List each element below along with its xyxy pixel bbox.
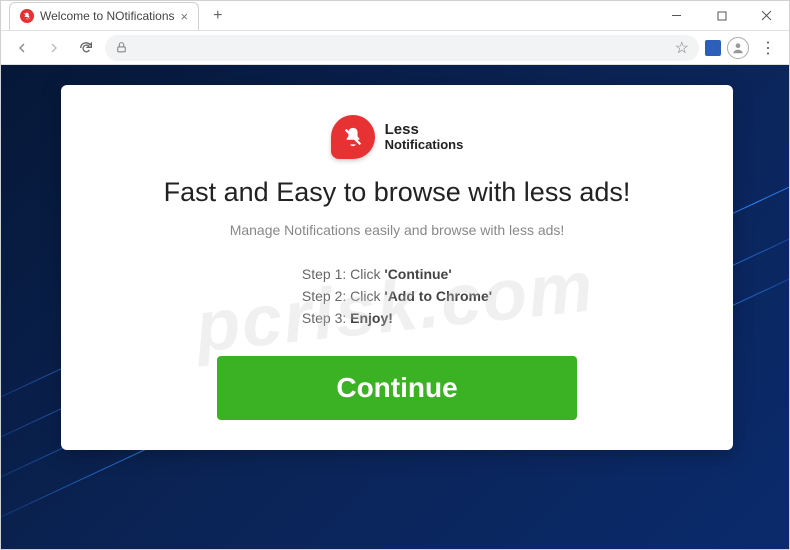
promo-card: Less Notifications Fast and Easy to brow…: [61, 85, 733, 450]
tab-close-icon[interactable]: ×: [181, 9, 189, 24]
back-button[interactable]: [9, 35, 35, 61]
window-close-button[interactable]: [744, 1, 789, 30]
steps-list: Step 1: Click 'Continue' Step 2: Click '…: [302, 260, 492, 332]
tab-title: Welcome to NOtifications: [40, 9, 175, 23]
step-1: Step 1: Click 'Continue': [302, 266, 492, 282]
browser-toolbar: ☆ ⋮: [1, 31, 789, 65]
tab-favicon-icon: [20, 9, 34, 23]
logo-text-1: Less: [385, 122, 464, 139]
address-bar[interactable]: ☆: [105, 35, 699, 61]
bookmark-star-icon[interactable]: ☆: [675, 38, 689, 58]
step-2: Step 2: Click 'Add to Chrome': [302, 288, 492, 304]
extension-icon[interactable]: [705, 40, 721, 56]
headline: Fast and Easy to browse with less ads!: [101, 177, 693, 208]
logo: Less Notifications: [101, 115, 693, 159]
subtitle: Manage Notifications easily and browse w…: [101, 222, 693, 238]
menu-button[interactable]: ⋮: [755, 35, 781, 61]
logo-text-2: Notifications: [385, 138, 464, 152]
continue-button[interactable]: Continue: [217, 356, 577, 420]
window-maximize-button[interactable]: [699, 1, 744, 30]
forward-button[interactable]: [41, 35, 67, 61]
new-tab-button[interactable]: +: [207, 5, 228, 27]
step-3: Step 3: Enjoy!: [302, 310, 492, 326]
browser-tab[interactable]: Welcome to NOtifications ×: [9, 2, 199, 30]
page-content: Less Notifications Fast and Easy to brow…: [1, 65, 789, 549]
reload-button[interactable]: [73, 35, 99, 61]
window-minimize-button[interactable]: [654, 1, 699, 30]
browser-tabstrip: Welcome to NOtifications × +: [1, 1, 789, 31]
profile-button[interactable]: [727, 37, 749, 59]
lock-icon: [115, 41, 128, 54]
logo-bell-icon: [331, 115, 375, 159]
